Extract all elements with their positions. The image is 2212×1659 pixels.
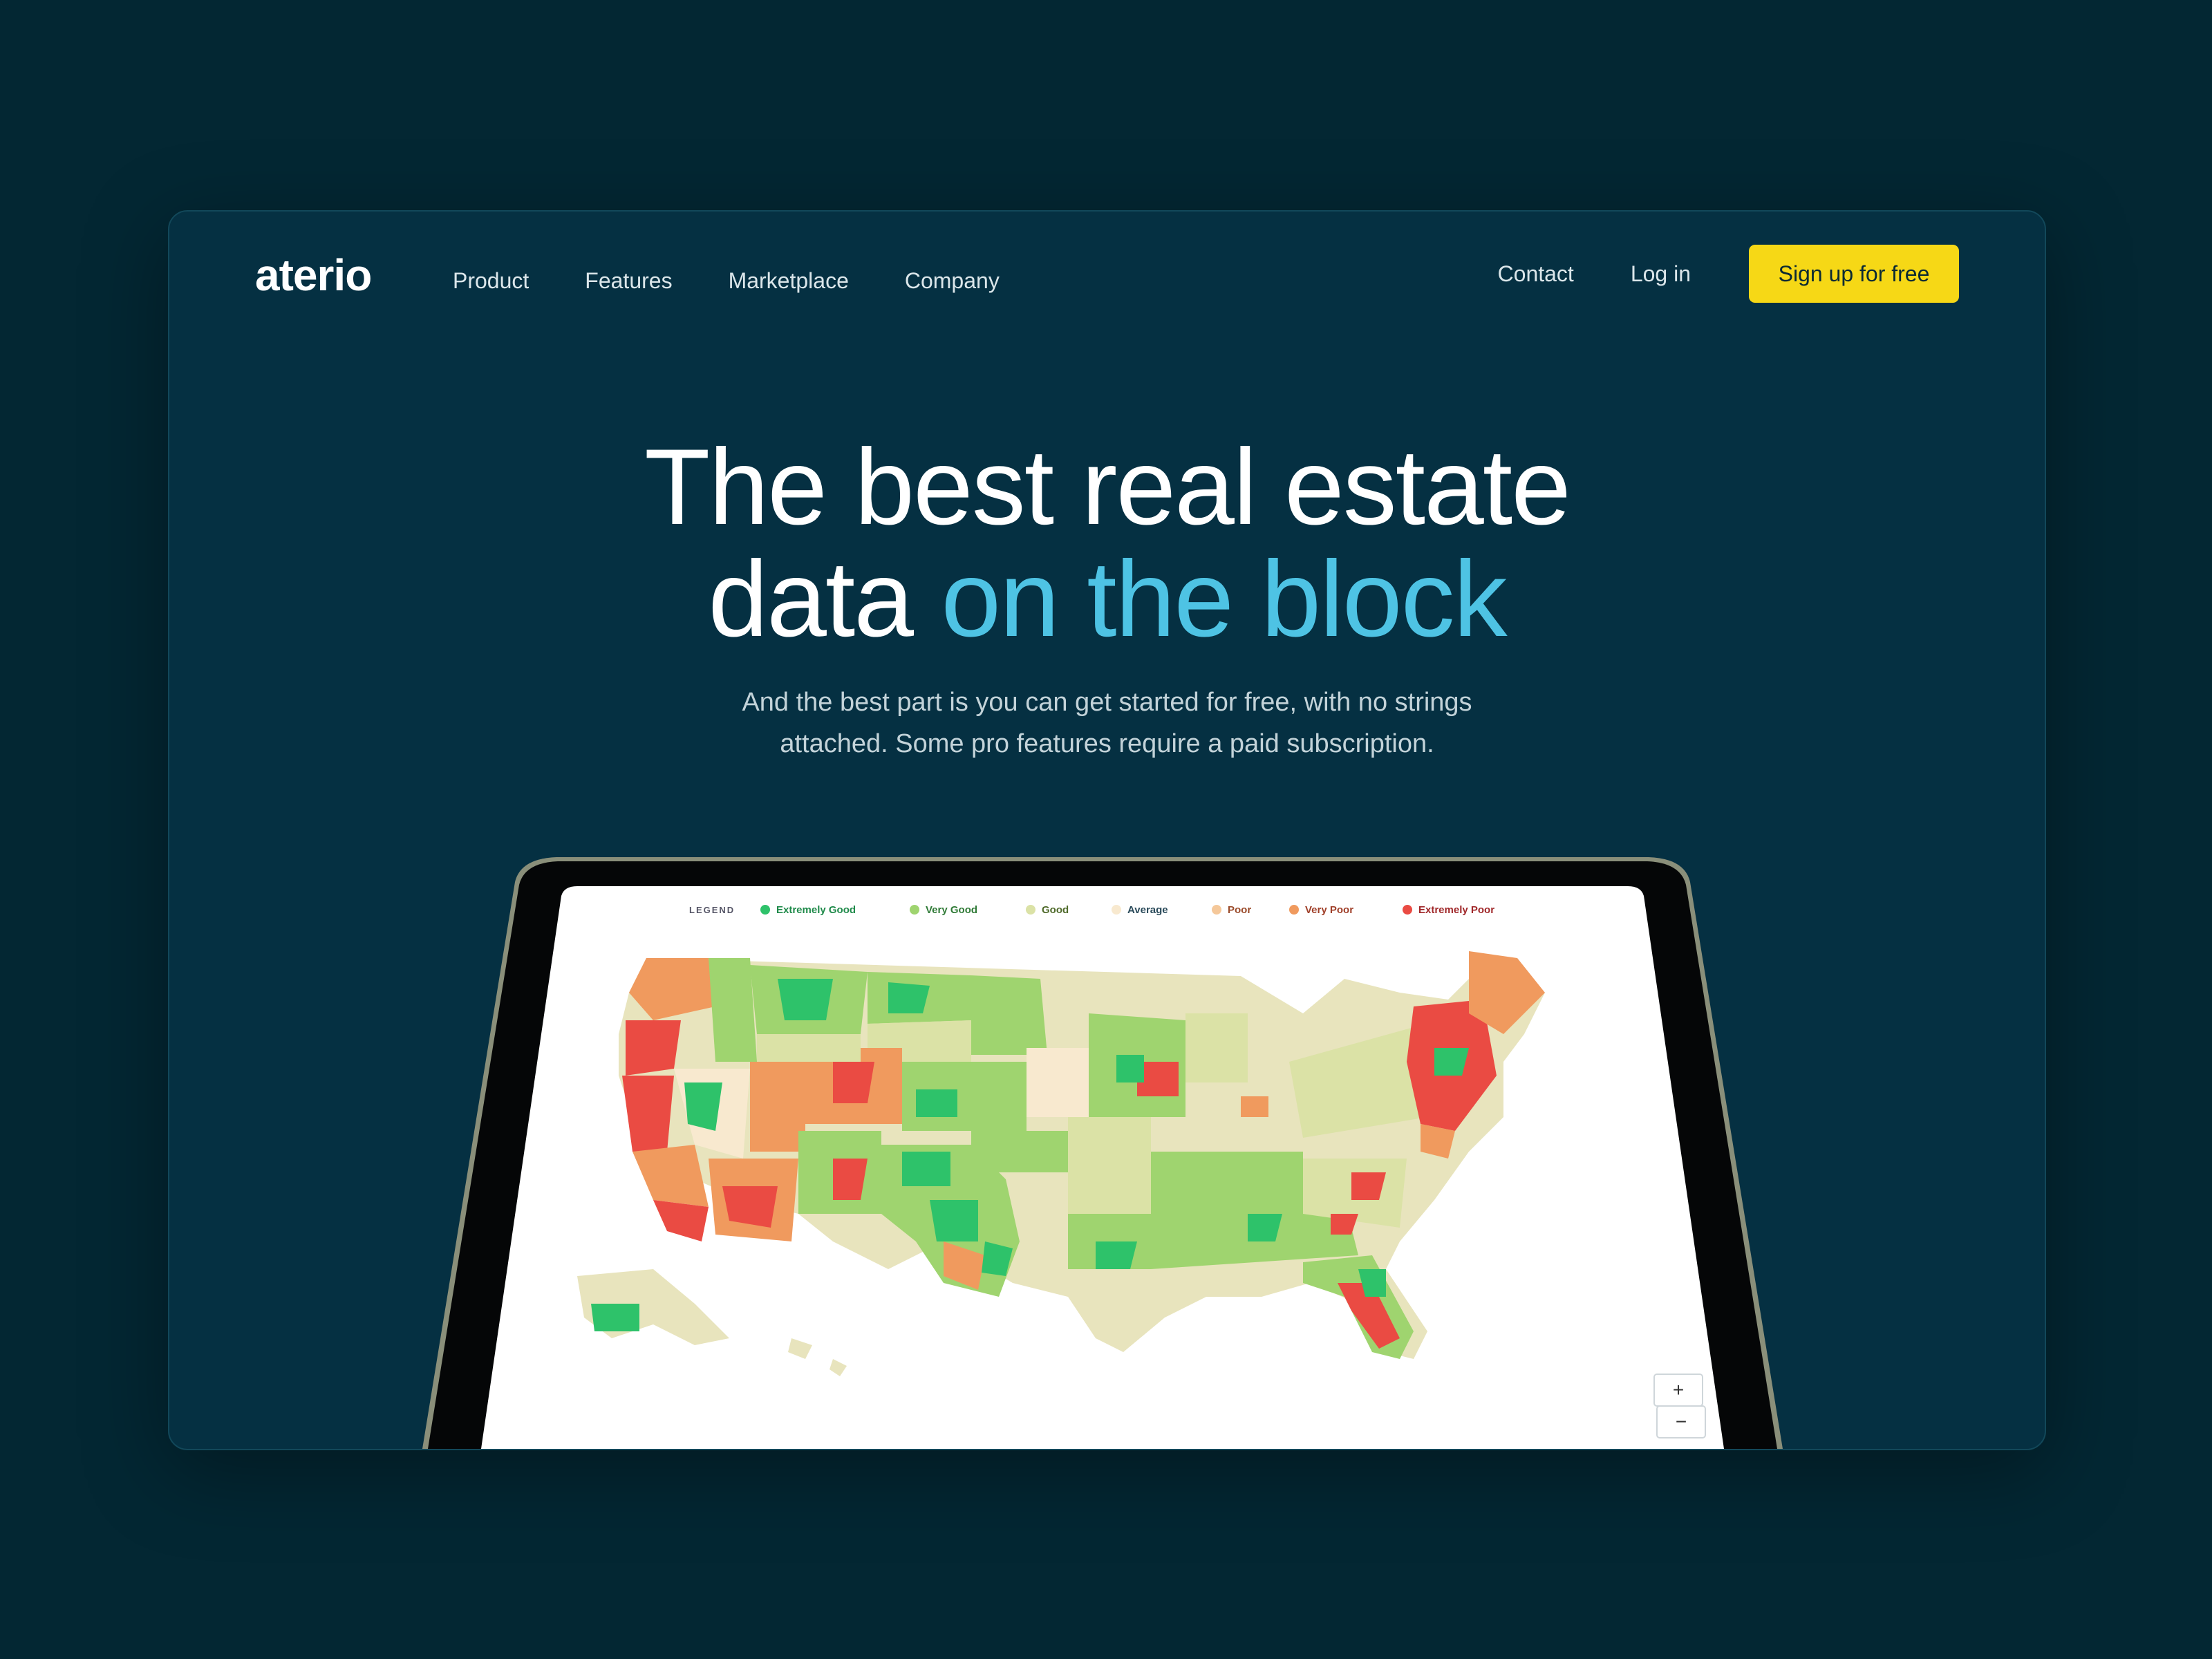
hero-title: The best real estate data on the block: [169, 431, 2045, 655]
legend-label-good: Good: [1042, 904, 1069, 916]
hero-subtitle: And the best part is you can get started…: [169, 682, 2045, 765]
hero-subtitle-line1: And the best part is you can get started…: [742, 688, 1472, 717]
region-or-poor: [626, 1020, 681, 1076]
login-link[interactable]: Log in: [1631, 261, 1691, 287]
signup-button[interactable]: Sign up for free: [1749, 245, 1959, 303]
region-ok: [971, 1131, 1068, 1172]
zoom-out-label: −: [1676, 1411, 1687, 1432]
region-mi: [1185, 1013, 1248, 1082]
legend-label-very-poor: Very Poor: [1305, 904, 1353, 916]
legend-item-good: Good: [1026, 904, 1069, 916]
region-la-green: [1096, 1241, 1137, 1269]
region-ia: [1027, 1048, 1089, 1117]
nav-actions: Contact Log in Sign up for free: [1498, 245, 1959, 303]
hero-title-plain: data: [708, 539, 941, 659]
zoom-in-label: +: [1673, 1379, 1684, 1400]
legend-item-poor: Poor: [1212, 904, 1251, 916]
map-zoom-controls: + −: [1653, 1374, 1706, 1438]
nav-company[interactable]: Company: [905, 268, 1000, 294]
nav-features[interactable]: Features: [585, 268, 672, 294]
region-il-green: [1116, 1055, 1144, 1082]
region-ak-green: [591, 1304, 639, 1331]
hero-title-line1: The best real estate: [644, 427, 1571, 547]
tablet-mockup: LEGEND Extremely Good Very Good Good Ave…: [422, 857, 1783, 1449]
region-mt-green: [778, 979, 833, 1020]
legend-label-extremely-poor: Extremely Poor: [1418, 904, 1494, 916]
region-tn-ky: [1151, 1152, 1303, 1200]
region-id: [709, 958, 757, 1062]
region-mn: [971, 975, 1047, 1055]
region-ks-green: [916, 1089, 957, 1117]
legend-label-poor: Poor: [1228, 904, 1251, 916]
landing-card: aterio Product Features Marketplace Comp…: [168, 210, 2046, 1450]
zoom-out-button[interactable]: −: [1656, 1405, 1706, 1438]
aterio-logo[interactable]: aterio: [255, 250, 372, 301]
region-oh-in: [1185, 1082, 1289, 1152]
region-oh-poor: [1241, 1096, 1268, 1117]
legend-label-average: Average: [1127, 904, 1168, 916]
region-tx-green-central: [930, 1200, 978, 1241]
region-co-red: [833, 1062, 874, 1103]
zoom-in-button[interactable]: +: [1653, 1374, 1703, 1407]
contact-link[interactable]: Contact: [1498, 261, 1574, 287]
region-mo-ar: [1068, 1117, 1151, 1214]
region-tx-green-north: [902, 1152, 950, 1186]
region-wy: [757, 1034, 861, 1062]
legend-label-extremely-good: Extremely Good: [776, 904, 856, 916]
region-ut: [750, 1062, 805, 1152]
nav-marketplace[interactable]: Marketplace: [729, 268, 849, 294]
hero-title-accent: on the block: [941, 539, 1507, 659]
main-nav: Product Features Marketplace Company: [453, 268, 1000, 294]
hero-subtitle-line2: attached. Some pro features require a pa…: [780, 729, 1434, 758]
legend-title: LEGEND: [689, 905, 735, 915]
legend-label-very-good: Very Good: [926, 904, 977, 916]
nav-product[interactable]: Product: [453, 268, 529, 294]
region-nd-green: [888, 982, 930, 1013]
